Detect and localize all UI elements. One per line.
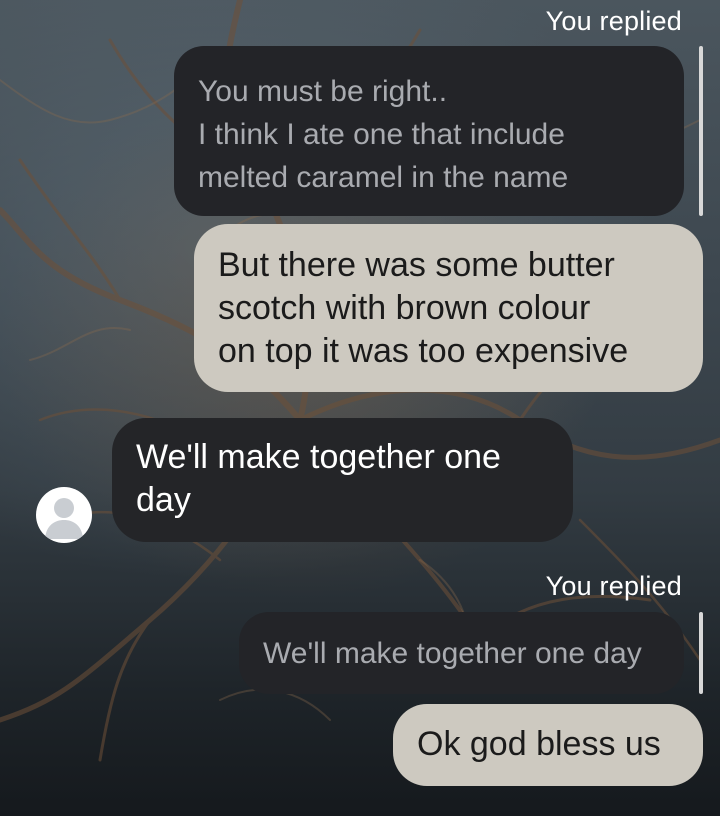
message-line: on top it was too expensive — [218, 332, 629, 370]
message-line: You must be right.. — [198, 75, 448, 108]
message-line: I think I ate one that include — [198, 118, 565, 151]
contact-avatar-icon[interactable] — [36, 487, 92, 543]
reply-quote-indicator — [699, 612, 703, 694]
you-replied-label: You replied — [545, 6, 682, 36]
message-line: day — [136, 481, 191, 519]
quoted-message-bubble[interactable]: You must be right.. I think I ate one th… — [174, 46, 684, 216]
sent-message-bubble[interactable]: But there was some butter scotch with br… — [194, 224, 703, 392]
quoted-message-bubble[interactable]: We'll make together one day — [239, 612, 684, 694]
message-line: Ok god bless us — [417, 725, 661, 763]
message-line: We'll make together one day — [263, 637, 642, 670]
message-line: We'll make together one — [136, 438, 501, 476]
reply-quote-indicator — [699, 46, 703, 216]
sent-message-bubble[interactable]: Ok god bless us — [393, 704, 703, 786]
message-line: scotch with brown colour — [218, 289, 591, 327]
you-replied-label: You replied — [545, 571, 682, 601]
message-line: melted caramel in the name — [198, 161, 569, 194]
message-line: But there was some butter — [218, 246, 615, 284]
received-message-bubble[interactable]: We'll make together one day — [112, 418, 573, 542]
